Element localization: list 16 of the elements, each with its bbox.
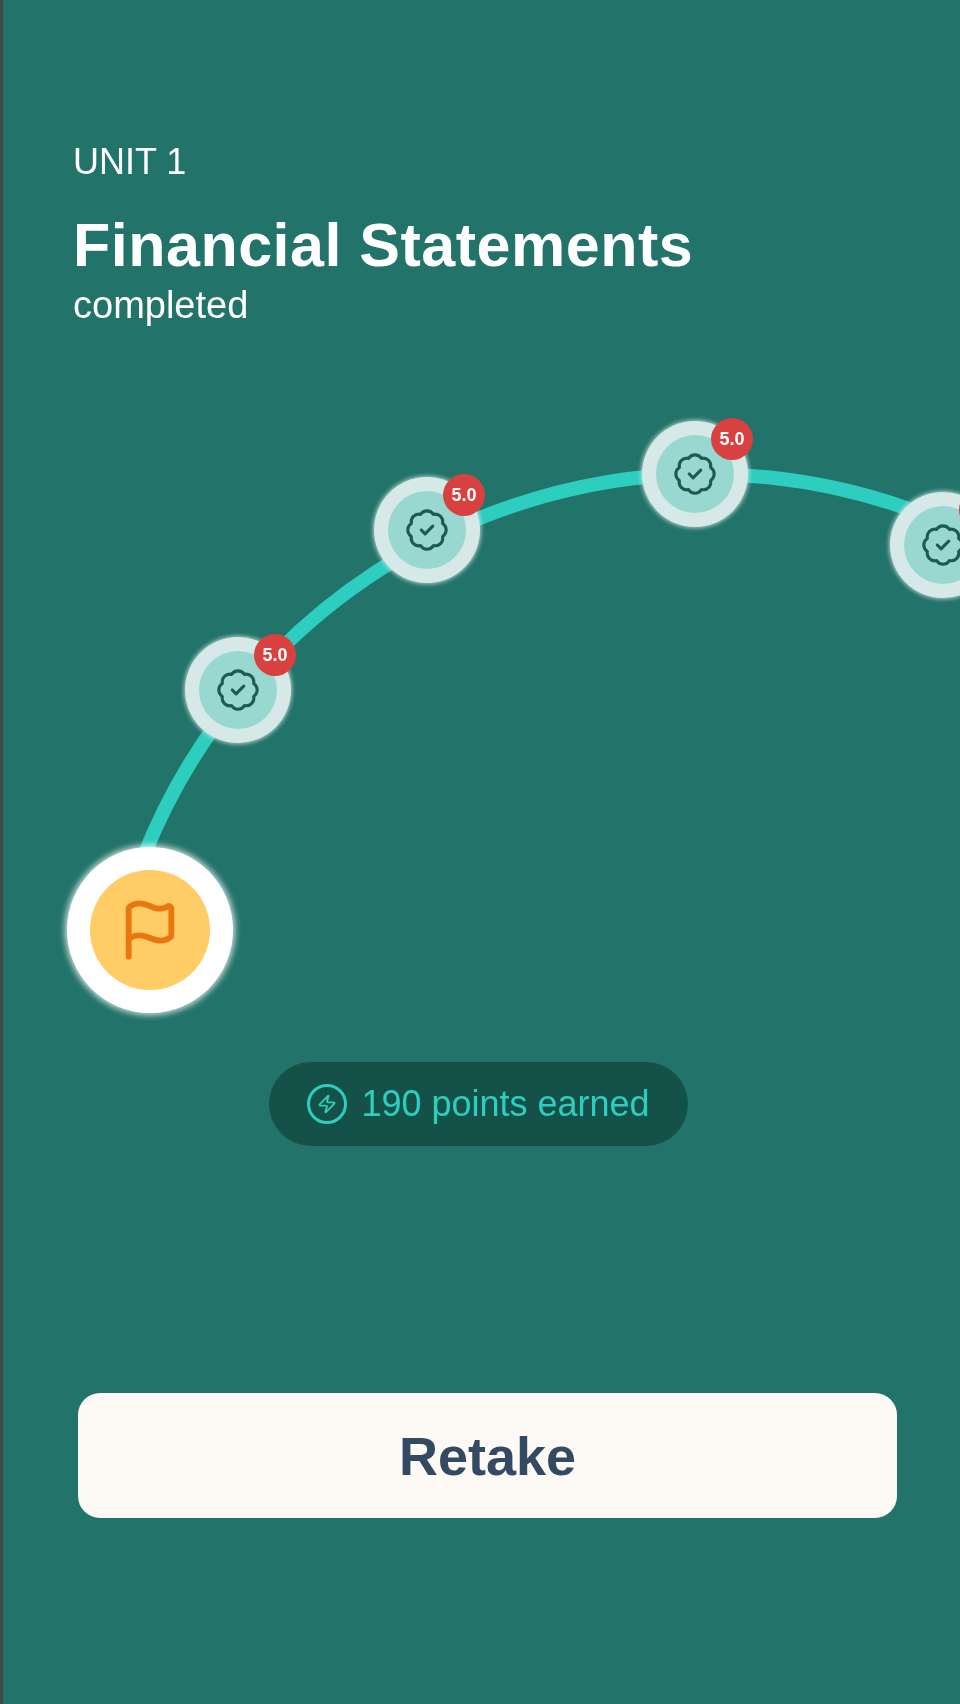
lightning-icon bbox=[307, 1084, 348, 1124]
unit-title: Financial Statements bbox=[73, 210, 695, 280]
lesson-node[interactable] bbox=[185, 637, 291, 743]
unit-label: UNIT 1 bbox=[73, 140, 188, 184]
unit-status: completed bbox=[73, 283, 250, 328]
badge-check-icon bbox=[215, 667, 261, 713]
points-text: 190 points earned bbox=[361, 1083, 650, 1125]
score-badge: 5.0 bbox=[254, 634, 296, 676]
score-badge: 5.0 bbox=[711, 418, 753, 460]
lesson-node[interactable] bbox=[642, 421, 748, 527]
badge-check-icon bbox=[920, 522, 960, 568]
retake-button[interactable]: Retake bbox=[78, 1393, 897, 1518]
start-node[interactable] bbox=[67, 847, 233, 1013]
badge-check-icon bbox=[404, 507, 450, 553]
badge-check-icon bbox=[672, 451, 718, 497]
score-badge: 5.0 bbox=[443, 474, 485, 516]
